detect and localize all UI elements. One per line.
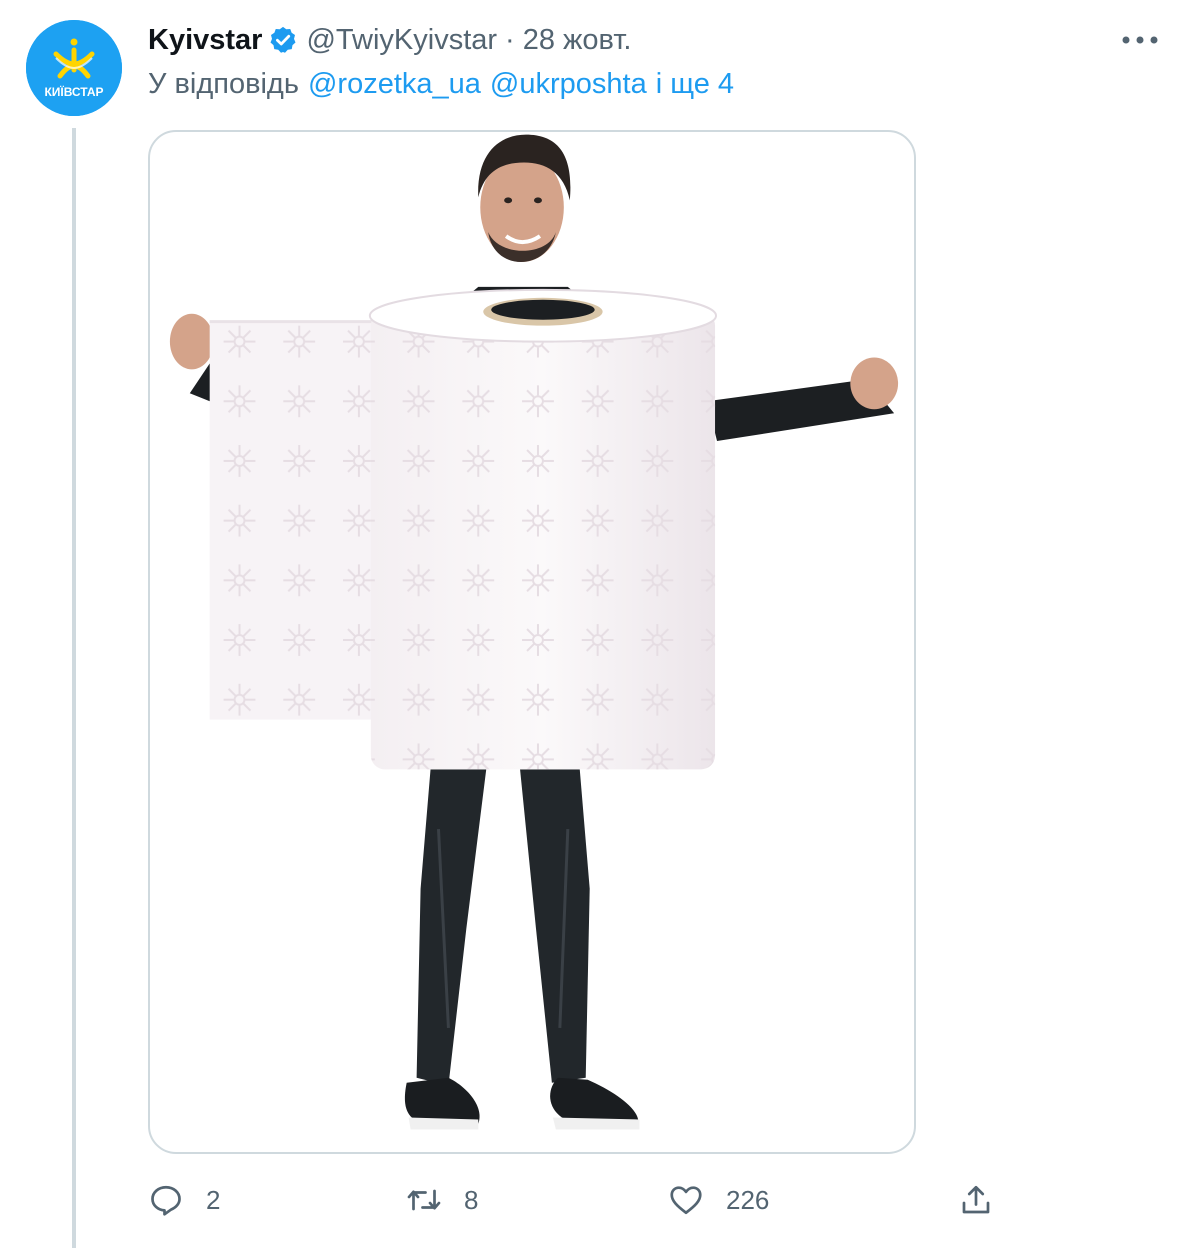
tweet-actions: 2 8 226 [148,1170,1008,1230]
author-display-name[interactable]: Kyivstar [148,24,262,57]
retweet-count: 8 [464,1184,479,1215]
thread-line [72,128,76,1248]
tweet-photo[interactable] [148,130,916,1154]
reply-count: 2 [206,1184,221,1215]
heart-icon [670,1186,702,1215]
tweet-timestamp[interactable]: 28 жовт. [523,24,632,57]
svg-text:КИЇВСТАР: КИЇВСТАР [44,84,103,99]
header-separator: · [505,23,515,56]
author-handle[interactable]: @TwiyKyivstar [306,24,497,57]
mention-rozetka[interactable]: @rozetka_ua [308,68,481,101]
reply-prefix: У відповідь [148,67,299,100]
retweet-icon [407,1189,441,1211]
replying-to: У відповідь @rozetka_ua @ukrposhta і ще … [148,64,734,104]
mention-others[interactable]: і ще 4 [656,68,734,101]
share-icon [962,1185,990,1214]
more-dots-icon [1122,36,1158,44]
kyivstar-logo-icon: КИЇВСТАР [26,20,122,116]
reply-icon [151,1185,181,1216]
reply-button[interactable]: 2 [148,1170,220,1230]
like-button[interactable]: 226 [668,1170,769,1230]
more-options-button[interactable] [1120,22,1160,58]
mention-ukrposhta[interactable]: @ukrposhta [490,68,647,101]
photo-illustration [169,134,899,1130]
share-button[interactable] [958,1170,994,1230]
verified-badge-icon [268,25,298,55]
like-count: 226 [726,1184,770,1215]
tweet-header: Kyivstar @TwiyKyivstar · 28 жовт. [148,22,631,58]
avatar[interactable]: КИЇВСТАР [26,20,122,116]
retweet-button[interactable]: 8 [406,1170,478,1230]
